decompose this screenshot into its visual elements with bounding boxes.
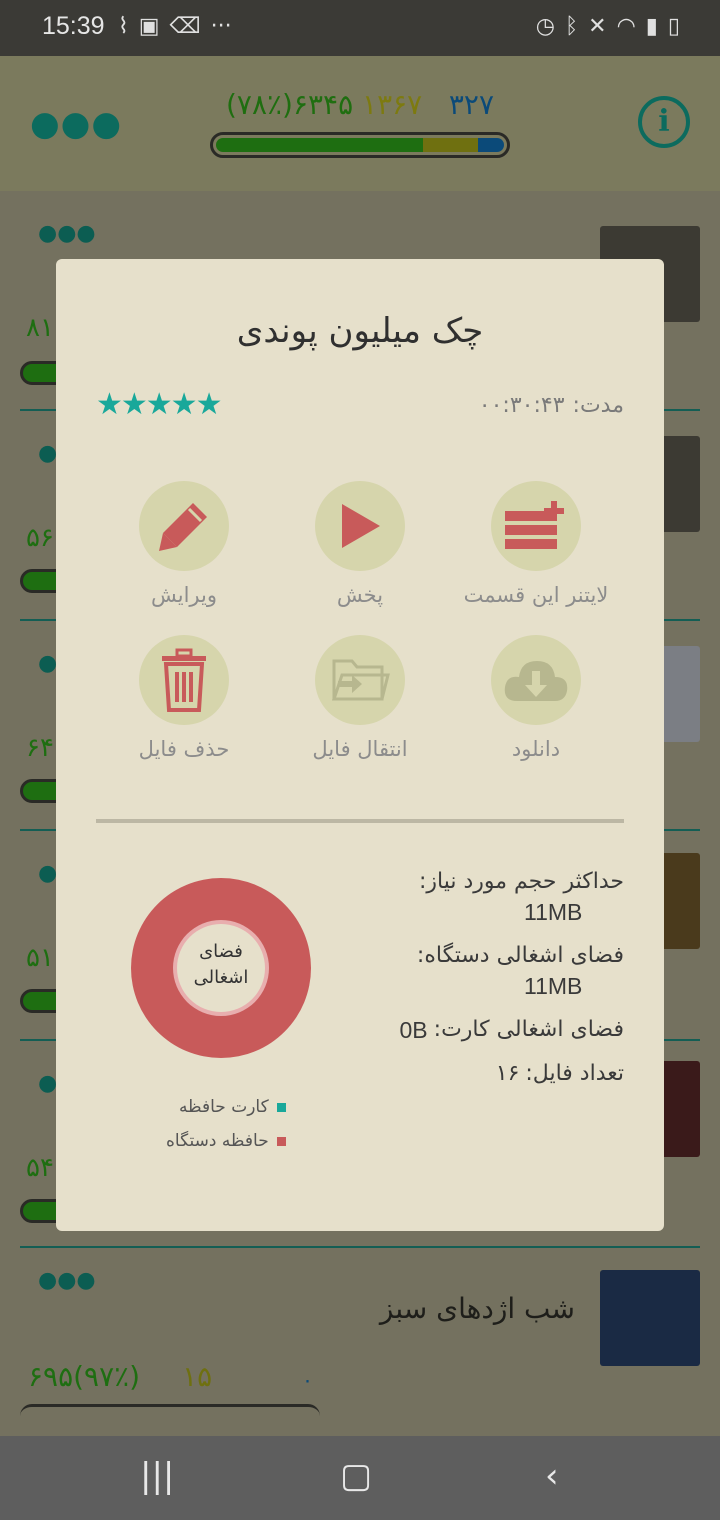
play-icon	[342, 504, 380, 548]
back-icon[interactable]: ‹	[545, 1456, 559, 1496]
pencil-icon	[159, 503, 207, 551]
status-right-icons: ◷ ᛒ ✕ ◠ ▮ ▯	[536, 14, 680, 39]
duration-value: ۰۰:۳۰:۴۳	[478, 393, 565, 418]
donut-center-line2: اشغالی	[193, 967, 249, 988]
device-space-label: فضای اشغالی دستگاه:	[416, 943, 624, 968]
stat-total: ۶۳۴۵(۷۸٪)	[225, 88, 354, 121]
max-size-label: حداکثر حجم مورد نیاز:	[418, 869, 624, 894]
bluetooth-icon: ᛒ	[564, 14, 579, 39]
delete-file-button[interactable]: حذف فایل	[94, 635, 274, 761]
play-label: پخش	[336, 583, 384, 607]
info-icon[interactable]: i	[638, 96, 690, 148]
item-count: ۶۴	[26, 733, 54, 763]
legend-label: کارت حافظه	[178, 1097, 269, 1117]
file-count-label: تعداد فایل:	[525, 1061, 624, 1086]
dialog-divider	[96, 819, 624, 823]
status-time: 15:39	[42, 12, 105, 40]
storage-info: حداکثر حجم مورد نیاز: 11MB فضای اشغالی د…	[324, 867, 624, 1103]
item-thumbnail	[600, 1270, 700, 1366]
progress-green	[216, 138, 424, 152]
cloud-download-icon	[504, 661, 568, 701]
rating-stars[interactable]: ★★★★★	[96, 387, 222, 422]
broom-icon: ⌇	[118, 14, 129, 39]
file-count-row: تعداد فایل: ۱۶	[324, 1059, 624, 1089]
card-space-row: فضای اشغالی کارت: 0B	[324, 1015, 624, 1045]
legend-swatch	[276, 1136, 286, 1146]
item-menu-icon[interactable]: ●●●	[38, 1268, 96, 1293]
progress-blue	[478, 138, 504, 152]
stat-mid: ۱۳۶۷	[362, 88, 423, 121]
download-button[interactable]: دانلود	[446, 635, 626, 761]
leitner-label: لایتنر این قسمت	[463, 583, 609, 607]
alarm-icon: ◷	[535, 14, 555, 39]
move-file-button[interactable]: انتقال فایل	[270, 635, 450, 761]
stat-right: ۳۲۷	[448, 88, 495, 121]
mute-icon: ✕	[588, 14, 607, 39]
item-count: ۵۱	[26, 943, 54, 973]
item-count: ۸۱	[26, 313, 54, 343]
wifi-icon: ◠	[616, 14, 636, 39]
episode-dialog: چک میلیون پوندی ★★★★★ مدت: ۰۰:۳۰:۴۳ لایت…	[56, 259, 664, 1231]
file-count-value: ۱۶	[495, 1061, 520, 1086]
item-progress	[20, 1404, 320, 1416]
item-title[interactable]: شب اژدهای سبز	[380, 1292, 575, 1325]
app-header: ●●● ۳۲۷ ۱۳۶۷ ۶۳۴۵(۷۸٪) i	[0, 56, 720, 191]
more-icon: ···	[210, 14, 232, 39]
header-stats: ۳۲۷ ۱۳۶۷ ۶۳۴۵(۷۸٪)	[0, 88, 720, 121]
legend-swatch	[276, 1102, 286, 1112]
device-space-value: 11MB	[524, 973, 583, 999]
status-left-icons: ⌇ ▣ ⌫ ···	[118, 14, 232, 39]
donut-center-line1: فضای	[199, 941, 243, 962]
edit-button[interactable]: ویرایش	[94, 481, 274, 607]
dialog-title: چک میلیون پوندی	[236, 311, 484, 351]
item-count: ۵۶	[26, 523, 54, 553]
battery-icon: ▯	[667, 14, 680, 39]
item-stat-right: ۰	[302, 1368, 313, 1392]
download-label: دانلود	[511, 737, 561, 761]
delete-file-label: حذف فایل	[138, 737, 230, 761]
trash-icon: ⌫	[169, 14, 201, 39]
card-space-label: فضای اشغالی کارت:	[433, 1017, 624, 1042]
signal-icon: ▮	[645, 14, 658, 39]
storage-donut-chart: فضای اشغالی	[130, 877, 312, 1059]
image-icon: ▣	[138, 14, 160, 39]
leitner-button[interactable]: لایتنر این قسمت	[446, 481, 626, 607]
card-space-value: 0B	[399, 1017, 428, 1043]
home-icon[interactable]: ▢	[340, 1456, 372, 1496]
donut-center-label: فضای اشغالی	[130, 939, 312, 991]
edit-label: ویرایش	[150, 583, 218, 607]
recent-apps-icon[interactable]: |||	[140, 1456, 174, 1496]
duration: مدت: ۰۰:۳۰:۴۳	[479, 393, 624, 418]
trash-icon	[162, 648, 206, 712]
progress-yellow	[423, 138, 479, 152]
leitner-add-icon	[505, 501, 564, 549]
status-bar: 15:39 ⌇ ▣ ⌫ ··· ◷ ᛒ ✕ ◠ ▮ ▯	[0, 0, 720, 56]
item-stat-mid: ۱۵	[182, 1360, 213, 1393]
item-count: ۵۴	[26, 1153, 54, 1183]
item-stats: ۶۹۵(۹۷٪) ۱۵ ۰	[28, 1360, 313, 1393]
legend-label: حافظه دستگاه	[166, 1131, 269, 1151]
play-button[interactable]: پخش	[270, 481, 450, 607]
header-progress-bar	[210, 132, 510, 158]
device-space-row: فضای اشغالی دستگاه: 11MB	[324, 941, 624, 1001]
duration-label: مدت:	[572, 393, 624, 418]
donut-legend: کارت حافظه حافظه دستگاه	[166, 1097, 286, 1165]
item-menu-icon[interactable]: ●●●	[38, 221, 96, 246]
max-size-value: 11MB	[524, 899, 583, 925]
legend-item-device: حافظه دستگاه	[166, 1131, 286, 1151]
max-size-row: حداکثر حجم مورد نیاز: 11MB	[324, 867, 624, 927]
item-stat-total: ۶۹۵(۹۷٪)	[28, 1360, 141, 1393]
folder-move-icon	[331, 659, 390, 701]
move-file-label: انتقال فایل	[312, 737, 408, 761]
legend-item-card: کارت حافظه	[166, 1097, 286, 1117]
system-nav-bar: ||| ▢ ‹	[0, 1436, 720, 1520]
